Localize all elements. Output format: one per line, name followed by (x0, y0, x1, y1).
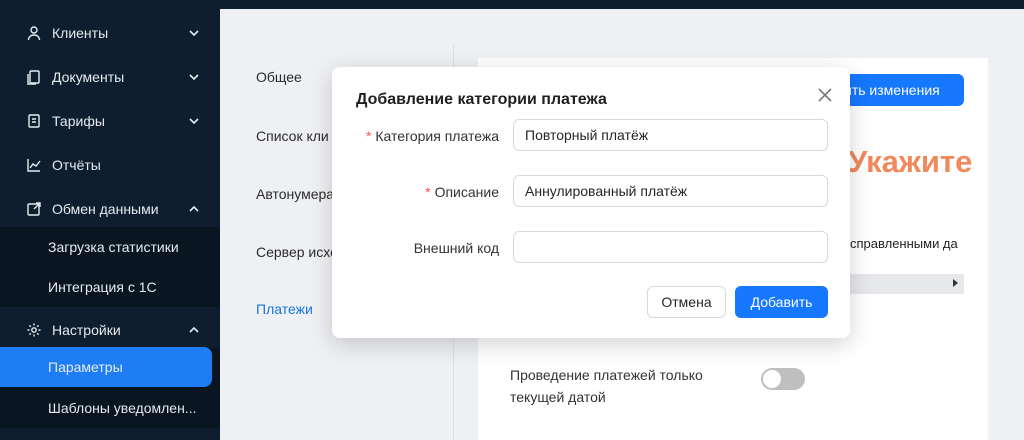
sidebar-item-label: Отчёты (52, 157, 101, 173)
sidebar-item-data-exchange[interactable]: Обмен данными (0, 190, 220, 228)
sidebar-subitem-statistics[interactable]: Загрузка статистики (0, 227, 220, 267)
nav-general[interactable]: Общее (256, 69, 302, 85)
tariff-icon (26, 113, 42, 129)
nav-payments[interactable]: Платежи (256, 301, 313, 317)
sidebar-subitem-label: Интеграция с 1С (48, 279, 157, 295)
sidebar-item-documents[interactable]: Документы (0, 58, 220, 96)
sidebar-item-label: Клиенты (52, 25, 109, 41)
sidebar-subitem-label: Загрузка статистики (48, 239, 179, 255)
category-input[interactable] (513, 119, 828, 151)
horizontal-scrollbar[interactable] (848, 274, 964, 294)
sidebar-subitem-label: Шаблоны уведомлен... (48, 400, 197, 416)
sidebar-subitem-label: Параметры (48, 359, 123, 375)
sidebar-item-label: Документы (52, 69, 125, 85)
description-label: * Описание (425, 184, 499, 200)
sidebar-item-settings[interactable]: Настройки (0, 311, 220, 349)
sidebar-item-label: Настройки (52, 322, 121, 338)
user-icon (26, 25, 42, 41)
sidebar: Клиенты Документы Тарифы Отчёты Обмен да… (0, 0, 220, 440)
cancel-button[interactable]: Отмена (647, 286, 726, 318)
annotation-text: Укажите (848, 144, 973, 179)
sidebar-item-reports[interactable]: Отчёты (0, 146, 220, 184)
documents-icon (26, 69, 42, 85)
chevron-up-icon (189, 205, 199, 212)
close-icon[interactable] (816, 86, 834, 104)
chevron-down-icon (189, 74, 199, 81)
sidebar-item-label: Обмен данными (52, 201, 159, 217)
sidebar-subitem-notification-templates[interactable]: Шаблоны уведомлен... (0, 388, 220, 428)
sidebar-subitem-parameters[interactable]: Параметры (0, 347, 212, 387)
chevron-up-icon (189, 326, 199, 333)
add-button[interactable]: Добавить (735, 286, 828, 318)
sidebar-item-clients[interactable]: Клиенты (0, 14, 220, 52)
add-payment-category-dialog: Добавление категории платежа * Категория … (332, 67, 850, 338)
external-code-label: Внешний код (413, 240, 499, 256)
sidebar-subitem-1c[interactable]: Интеграция с 1С (0, 267, 220, 307)
sidebar-item-tariffs[interactable]: Тарифы (0, 102, 220, 140)
category-label: * Категория платежа (365, 128, 499, 144)
exchange-icon (26, 201, 42, 217)
sidebar-item-label: Тарифы (52, 113, 105, 129)
table-cell-text: справленными да (850, 236, 958, 251)
scroll-right-icon[interactable] (953, 279, 958, 287)
chevron-down-icon (189, 118, 199, 125)
current-date-toggle[interactable] (761, 368, 805, 390)
toggle-label: Проведение платежей только текущей датой (510, 367, 703, 405)
external-code-input[interactable] (513, 231, 828, 263)
gear-icon (26, 322, 42, 338)
required-mark: * (365, 128, 372, 144)
top-bar (220, 0, 1024, 9)
nav-outgoing-server[interactable]: Сервер исхо (256, 244, 338, 260)
description-input[interactable] (513, 175, 828, 207)
chart-icon (26, 157, 42, 173)
nav-client-list[interactable]: Список кли (256, 128, 329, 144)
dialog-title: Добавление категории платежа (356, 91, 607, 108)
chevron-down-icon (189, 30, 199, 37)
toggle-knob (763, 370, 781, 388)
required-mark: * (425, 184, 431, 200)
nav-autonumbering[interactable]: Автонумера (256, 186, 334, 202)
